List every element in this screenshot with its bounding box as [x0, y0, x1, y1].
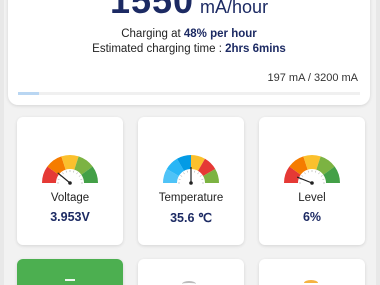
- voltage-tile[interactable]: Voltage 3.953V: [17, 117, 123, 245]
- temperature-value: 35.6 ℃: [170, 211, 212, 225]
- charging-status-card: 1550 mA/hour Charging at 48% per hour Est…: [8, 0, 370, 105]
- gauge-tick: [73, 170, 75, 173]
- charge-progress-fill: [18, 92, 39, 95]
- charging-rate-line: Charging at 48% per hour: [8, 28, 370, 40]
- gauge-hub: [68, 181, 72, 185]
- charging-eta-value: 2hrs 6mins: [225, 43, 286, 55]
- gauge-tick: [186, 170, 188, 173]
- gauge-tick: [78, 175, 81, 177]
- charging-rate-value: 48% per hour: [183, 28, 257, 40]
- temperature-tile[interactable]: Temperature 35.6 ℃: [138, 117, 244, 245]
- gauge-hub: [310, 181, 314, 185]
- optimize-tile[interactable]: [17, 259, 123, 285]
- gauge-needle: [57, 172, 71, 184]
- dash-icon: [65, 279, 75, 281]
- sun-icon: [304, 280, 318, 285]
- gauge-tick: [180, 175, 183, 177]
- gauge-tick: [307, 170, 309, 173]
- level-gauge-icon: [284, 155, 340, 185]
- charging-rate-prefix: Charging at: [121, 28, 184, 40]
- gauge-tick: [57, 178, 60, 180]
- arc-icon: [182, 281, 196, 285]
- health-tile[interactable]: [259, 259, 365, 285]
- gauge-hub: [189, 181, 193, 185]
- gauge-tick: [315, 170, 317, 173]
- gauge-tick: [80, 178, 83, 180]
- charging-current-readout: 1550 mA/hour: [8, 0, 370, 22]
- gauge-tick: [318, 172, 320, 175]
- gauge-tick: [301, 175, 304, 177]
- gauge-tick: [178, 178, 181, 180]
- screen-edge-right: [376, 0, 380, 285]
- charging-current-unit: mA/hour: [200, 0, 269, 17]
- charging-eta-line: Estimated charging time : 2hrs 6mins: [8, 43, 370, 55]
- gauge-tick: [65, 170, 67, 173]
- gauge-tick: [304, 172, 306, 175]
- gauge-tick: [197, 172, 199, 175]
- level-value: 6%: [302, 210, 322, 224]
- voltage-label: Voltage: [50, 192, 90, 204]
- temperature-label: Temperature: [158, 192, 224, 204]
- gauge-tick: [62, 172, 64, 175]
- gauge-tick: [183, 172, 185, 175]
- gauge-tick: [322, 178, 325, 180]
- charging-eta-prefix: Estimated charging time :: [92, 43, 226, 55]
- gauge-tick: [194, 170, 196, 173]
- gauge-tick: [199, 175, 202, 177]
- gauge-tick: [76, 172, 78, 175]
- temperature-gauge-icon: [163, 155, 219, 185]
- charge-progress-bar: [18, 92, 360, 95]
- charging-current-value: 1550: [109, 0, 195, 21]
- gauge-tick: [320, 175, 323, 177]
- gauge-tick: [201, 178, 204, 180]
- voltage-gauge-icon: [42, 155, 98, 185]
- usage-tile[interactable]: [138, 259, 244, 285]
- screen-edge-left: [0, 0, 4, 285]
- gauge-needle: [296, 176, 313, 184]
- capacity-readout: 197 mA / 3200 mA: [267, 72, 359, 84]
- level-label: Level: [298, 192, 326, 204]
- level-tile[interactable]: Level 6%: [259, 117, 365, 245]
- voltage-value: 3.953V: [50, 210, 90, 224]
